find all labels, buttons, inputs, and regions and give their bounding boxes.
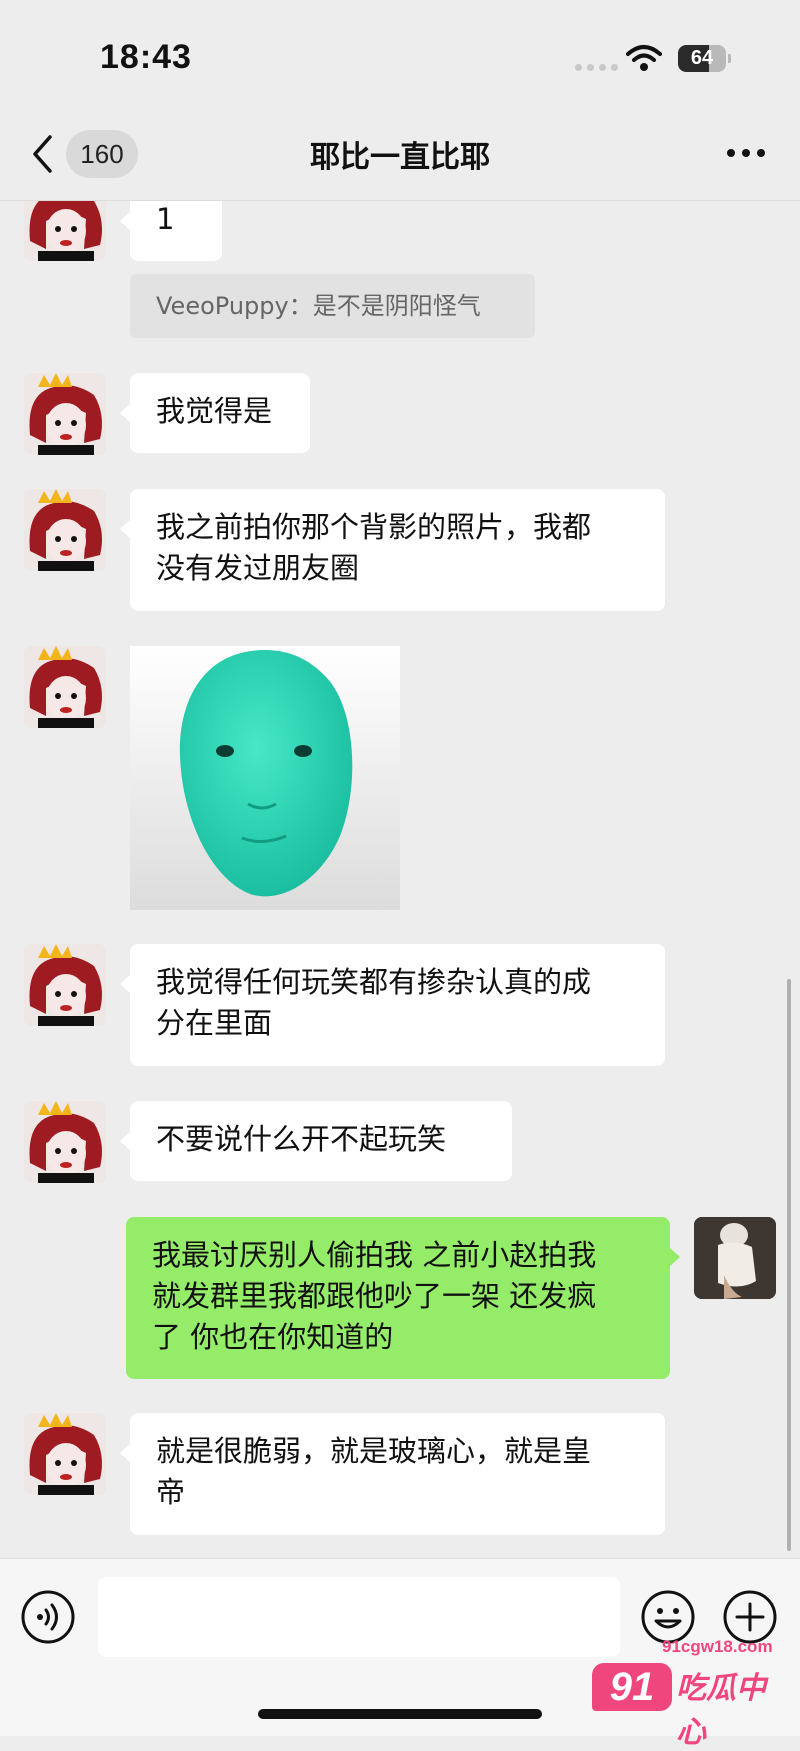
green-face-sticker[interactable] bbox=[130, 646, 400, 910]
contact-avatar[interactable] bbox=[24, 944, 106, 1026]
message-text-line: 就发群里我都跟他吵了一架 还发疯 bbox=[152, 1279, 597, 1313]
message-bubble[interactable]: 我觉得是 bbox=[120, 373, 310, 453]
contact-avatar[interactable] bbox=[24, 1101, 106, 1183]
contact-avatar[interactable] bbox=[24, 201, 106, 261]
message-bubble[interactable]: 就是很脆弱，就是玻璃心，就是皇 帝 bbox=[120, 1413, 665, 1535]
my-avatar[interactable] bbox=[694, 1217, 776, 1299]
watermark-badge: 91 bbox=[592, 1663, 672, 1711]
watermark-name: 吃瓜中心 bbox=[676, 1671, 766, 1750]
contact-avatar[interactable] bbox=[24, 489, 106, 571]
contact-avatar[interactable] bbox=[24, 1413, 106, 1495]
wifi-icon bbox=[626, 45, 662, 71]
message-bubble[interactable]: 1 bbox=[120, 201, 222, 261]
message-bubble[interactable]: 我觉得任何玩笑都有掺杂认真的成 分在里面 bbox=[120, 944, 665, 1066]
message-text-line: 没有发过朋友圈 bbox=[156, 551, 360, 585]
my-message-bubble[interactable]: 我最讨厌别人偷拍我 之前小赵拍我 就发群里我都跟他吵了一架 还发疯 了 你也在你… bbox=[126, 1217, 680, 1379]
message-text-line: 帝 bbox=[156, 1475, 186, 1509]
message-text-line: 就是很脆弱，就是玻璃心，就是皇 bbox=[156, 1434, 592, 1468]
message-text-line: 我最讨厌别人偷拍我 之前小赵拍我 bbox=[152, 1238, 597, 1272]
message-text-line: 分在里面 bbox=[156, 1006, 273, 1040]
input-bar: 91cgw18.com 91 吃瓜中心 bbox=[0, 1558, 800, 1750]
message-text-line: 了 你也在你知道的 bbox=[152, 1320, 394, 1354]
battery-icon: 64 bbox=[678, 45, 731, 72]
message-input[interactable] bbox=[98, 1577, 620, 1657]
home-indicator[interactable] bbox=[258, 1709, 542, 1719]
unread-count-badge[interactable]: 160 bbox=[66, 130, 138, 178]
more-dots-icon[interactable] bbox=[726, 148, 766, 158]
signal-dots-icon bbox=[575, 64, 618, 71]
scrollbar[interactable] bbox=[787, 979, 791, 1551]
message-bubble[interactable]: 不要说什么开不起玩笑 bbox=[120, 1101, 512, 1181]
watermark: 91cgw18.com 91 吃瓜中心 bbox=[590, 1637, 790, 1750]
message-bubble[interactable]: 我之前拍你那个背影的照片，我都 没有发过朋友圈 bbox=[120, 489, 665, 611]
voice-icon[interactable] bbox=[20, 1589, 76, 1645]
chevron-left-icon[interactable] bbox=[30, 134, 54, 174]
contact-avatar[interactable] bbox=[24, 646, 106, 728]
quoted-message[interactable]: VeeoPuppy：是不是阴阳怪气 bbox=[130, 274, 535, 338]
watermark-url: 91cgw18.com bbox=[662, 1637, 773, 1656]
message-text: 不要说什么开不起玩笑 bbox=[156, 1122, 447, 1156]
chat-title: 耶比一直比耶 bbox=[310, 140, 490, 175]
message-text-line: 我觉得任何玩笑都有掺杂认真的成 bbox=[156, 965, 592, 999]
status-time: 18:43 bbox=[100, 38, 192, 76]
contact-avatar[interactable] bbox=[24, 373, 106, 455]
status-bar: 18:43 64 bbox=[0, 0, 800, 100]
message-list[interactable]: 1 VeeoPuppy：是不是阴阳怪气 我觉得是 我之前拍你那个背影的照片，我都… bbox=[0, 201, 800, 1558]
message-text: 1 bbox=[156, 202, 175, 236]
message-text-line: 我之前拍你那个背影的照片，我都 bbox=[156, 510, 592, 544]
battery-level: 64 bbox=[690, 47, 714, 69]
message-text: 我觉得是 bbox=[156, 394, 273, 428]
chat-header: 160 耶比一直比耶 bbox=[0, 100, 800, 201]
